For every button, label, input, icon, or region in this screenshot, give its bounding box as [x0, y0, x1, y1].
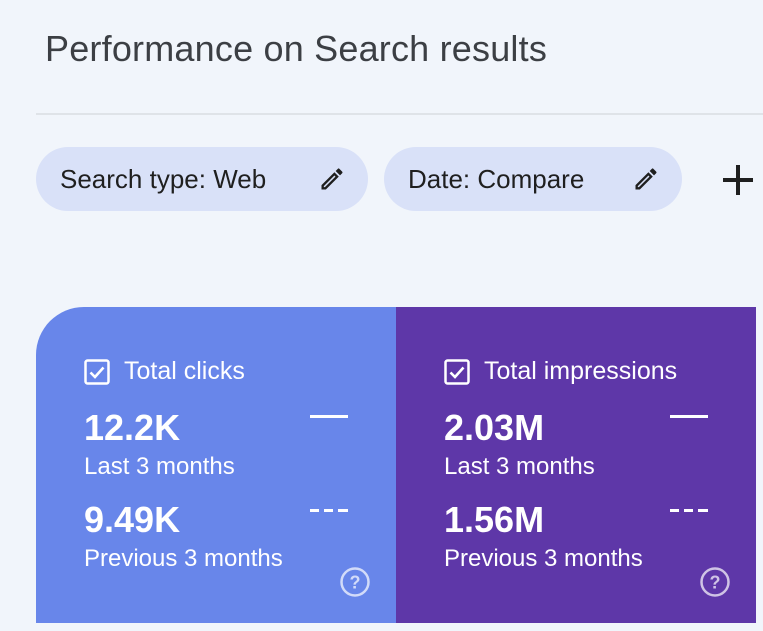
impressions-current-value: 2.03M	[444, 407, 545, 448]
checkbox-checked-icon[interactable]	[444, 358, 470, 385]
clicks-previous-value: 9.49K	[84, 499, 181, 540]
total-clicks-card[interactable]: Total clicks 12.2K Last 3 months 9.49K P…	[36, 307, 396, 623]
date-filter-chip[interactable]: Date: Compare	[384, 147, 682, 211]
total-clicks-header[interactable]: Total clicks	[84, 357, 245, 386]
pencil-icon[interactable]	[632, 165, 660, 193]
total-impressions-title: Total impressions	[484, 357, 678, 385]
clicks-current-period: Last 3 months	[84, 453, 235, 480]
total-clicks-title: Total clicks	[124, 357, 245, 385]
help-icon[interactable]: ?	[699, 566, 731, 598]
search-type-filter-chip[interactable]: Search type: Web	[36, 147, 368, 211]
total-impressions-header[interactable]: Total impressions	[444, 357, 677, 386]
help-icon[interactable]: ?	[339, 566, 371, 598]
performance-page: Performance on Search results Search typ…	[0, 0, 763, 631]
page-title: Performance on Search results	[45, 28, 548, 69]
search-type-filter-label: Search type: Web	[60, 163, 267, 194]
solid-line-legend-icon	[310, 415, 348, 418]
impressions-previous-period: Previous 3 months	[444, 545, 643, 572]
clicks-previous-period: Previous 3 months	[84, 545, 283, 572]
checkbox-checked-icon[interactable]	[84, 358, 110, 385]
impressions-previous-value: 1.56M	[444, 499, 545, 540]
dashed-line-legend-icon	[670, 509, 708, 512]
pencil-icon[interactable]	[318, 165, 346, 193]
clicks-current-value: 12.2K	[84, 407, 181, 448]
total-impressions-card[interactable]: Total impressions 2.03M Last 3 months 1.…	[396, 307, 756, 623]
impressions-current-period: Last 3 months	[444, 453, 595, 480]
svg-text:?: ?	[350, 573, 361, 593]
dashed-line-legend-icon	[310, 509, 348, 512]
solid-line-legend-icon	[670, 415, 708, 418]
svg-text:?: ?	[710, 573, 721, 593]
header-divider	[36, 113, 763, 115]
date-filter-label: Date: Compare	[408, 163, 585, 194]
plus-icon[interactable]	[719, 161, 757, 199]
